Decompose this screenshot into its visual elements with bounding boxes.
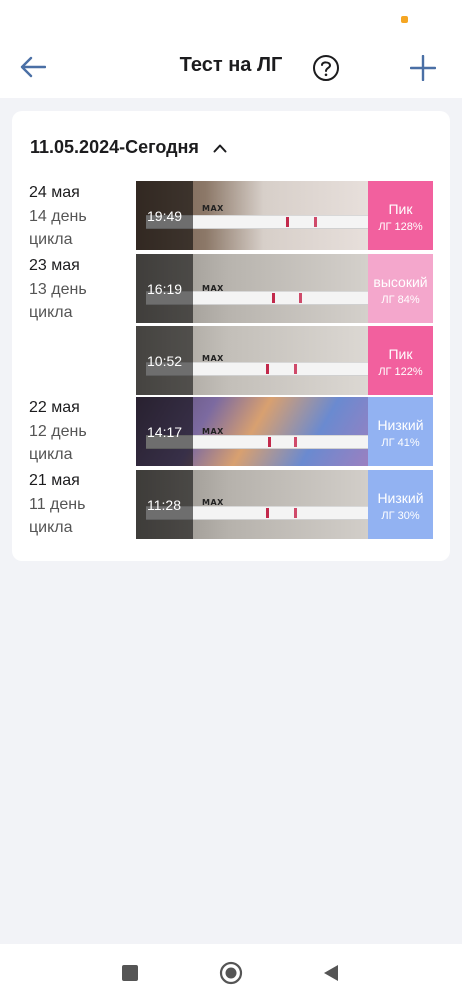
lh-result-value: ЛГ 30% <box>381 510 420 522</box>
date-range-label: 11.05.2024-Сегодня <box>30 137 199 157</box>
test-entry[interactable]: MAX 16:19 высокий ЛГ 84% <box>136 254 433 323</box>
test-strip-photo: MAX 14:17 <box>136 397 368 466</box>
test-entry[interactable]: MAX 11:28 Низкий ЛГ 30% <box>136 470 433 539</box>
entry-time: 16:19 <box>147 281 183 297</box>
entry-divider <box>136 251 433 252</box>
plus-icon <box>410 55 436 81</box>
home-button[interactable] <box>218 960 244 986</box>
chevron-up-icon <box>213 144 227 152</box>
strip-max-mark: MAX <box>202 354 224 363</box>
entry-divider <box>136 395 433 396</box>
day-date: 22 мая <box>29 399 80 416</box>
lh-result-value: ЛГ 122% <box>378 366 423 378</box>
entry-time: 10:52 <box>147 353 183 369</box>
cycle-day: 12 день цикла <box>29 423 87 463</box>
entry-divider <box>136 467 433 468</box>
test-strip-photo: MAX 16:19 <box>136 254 368 323</box>
add-button[interactable] <box>404 50 442 86</box>
strip-max-mark: MAX <box>202 498 224 507</box>
lh-result-value: ЛГ 41% <box>381 437 420 449</box>
square-icon <box>122 965 138 981</box>
day-group-label: 24 мая 14 день цикла <box>29 182 109 251</box>
day-group-label: 23 мая 13 день цикла <box>29 255 109 324</box>
triangle-back-icon <box>324 965 338 981</box>
date-range-toggle[interactable]: 11.05.2024-Сегодня <box>30 137 227 158</box>
lh-result-label: Низкий <box>377 490 424 506</box>
back-nav-button[interactable] <box>318 960 344 986</box>
help-button[interactable] <box>308 50 344 86</box>
system-nav-bar <box>0 944 462 1000</box>
lh-result-label: Низкий <box>377 417 424 433</box>
test-entry[interactable]: MAX 10:52 Пик ЛГ 122% <box>136 326 433 395</box>
day-date: 23 мая <box>29 257 80 274</box>
entry-divider <box>136 324 433 325</box>
test-entry[interactable]: MAX 14:17 Низкий ЛГ 41% <box>136 397 433 466</box>
test-history-card: 11.05.2024-Сегодня 24 мая 14 день цикла … <box>12 111 450 561</box>
circle-icon <box>219 961 243 985</box>
entry-time: 19:49 <box>147 208 183 224</box>
strip-max-mark: MAX <box>202 204 224 213</box>
lh-result-label: Пик <box>388 346 413 362</box>
test-strip-photo: MAX 10:52 <box>136 326 368 395</box>
app-bar: Тест на ЛГ <box>0 36 462 98</box>
day-date: 24 мая <box>29 184 80 201</box>
lh-result-badge: Пик ЛГ 122% <box>368 326 433 395</box>
strip-max-mark: MAX <box>202 284 224 293</box>
question-circle-icon <box>313 55 339 81</box>
day-date: 21 мая <box>29 472 80 489</box>
recent-apps-button[interactable] <box>117 960 143 986</box>
notification-dot-icon <box>401 16 408 23</box>
lh-result-badge: высокий ЛГ 84% <box>368 254 433 323</box>
page-title-text: Тест на ЛГ <box>179 54 283 76</box>
cycle-day: 11 день цикла <box>29 496 86 536</box>
lh-result-badge: Низкий ЛГ 41% <box>368 397 433 466</box>
test-entry[interactable]: MAX 19:49 Пик ЛГ 128% <box>136 181 433 250</box>
test-strip-photo: MAX 19:49 <box>136 181 368 250</box>
cycle-day: 13 день цикла <box>29 281 87 321</box>
strip-max-mark: MAX <box>202 427 224 436</box>
page-title: Тест на ЛГ <box>0 54 462 77</box>
day-group-label: 21 мая 11 день цикла <box>29 470 109 539</box>
cycle-day: 14 день цикла <box>29 208 87 248</box>
status-bar <box>0 0 462 36</box>
lh-result-label: Пик <box>388 201 413 217</box>
test-strip-photo: MAX 11:28 <box>136 470 368 539</box>
entry-time: 11:28 <box>147 497 181 513</box>
lh-result-value: ЛГ 128% <box>378 221 423 233</box>
day-group-label: 22 мая 12 день цикла <box>29 397 109 466</box>
lh-result-value: ЛГ 84% <box>381 294 420 306</box>
lh-result-badge: Пик ЛГ 128% <box>368 181 433 250</box>
entry-time: 14:17 <box>147 424 183 440</box>
lh-result-badge: Низкий ЛГ 30% <box>368 470 433 539</box>
lh-result-label: высокий <box>373 274 428 290</box>
